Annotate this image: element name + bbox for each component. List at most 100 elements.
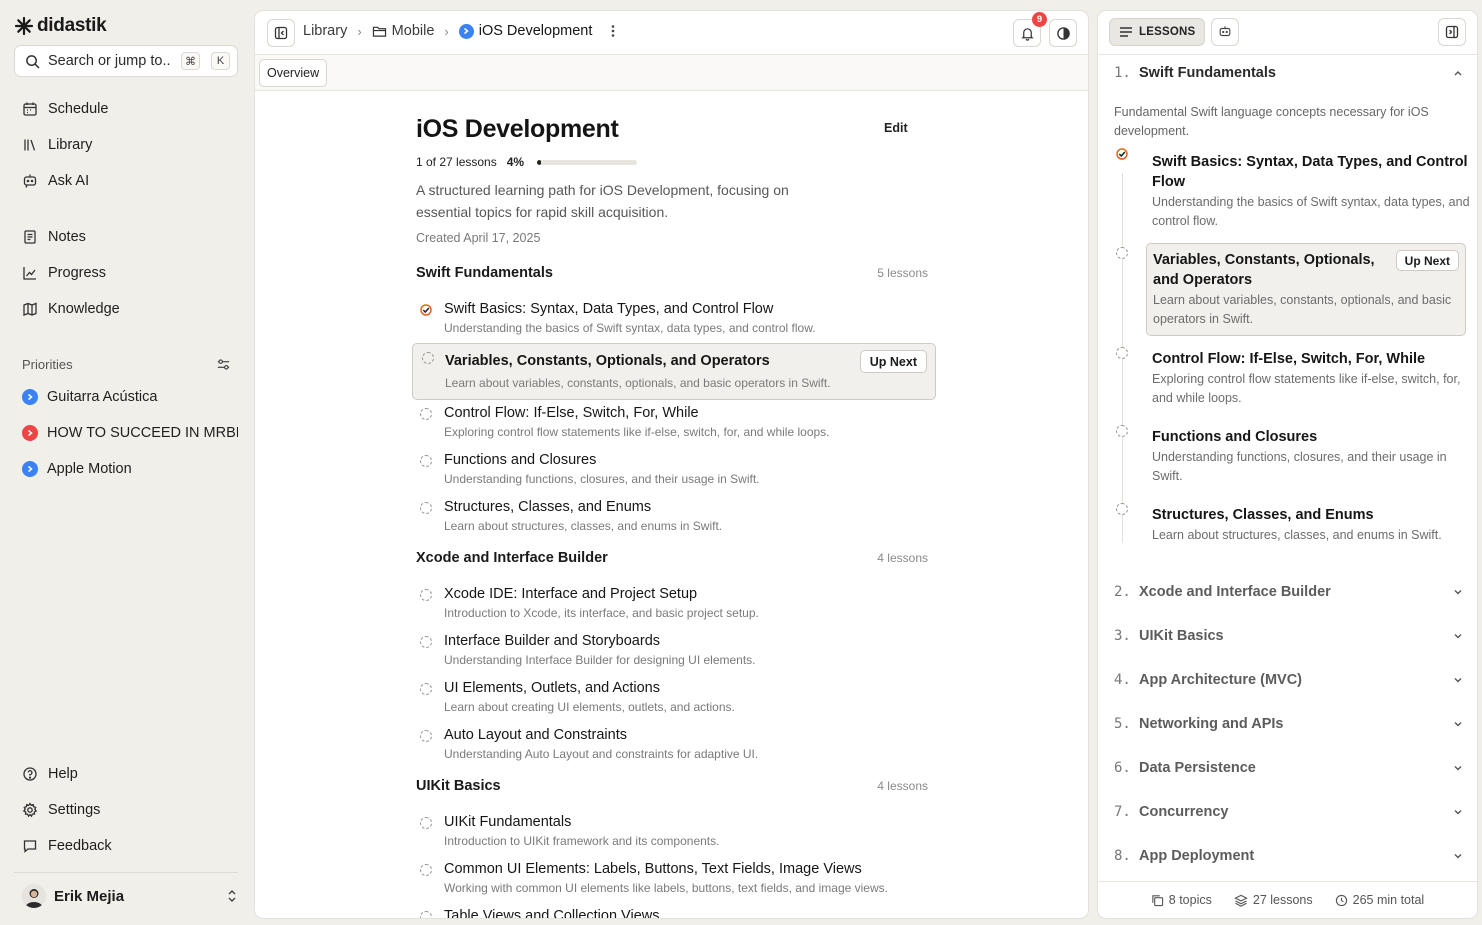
nav-schedule[interactable]: Schedule bbox=[14, 94, 238, 124]
topic-lesson-item[interactable]: Control Flow: If-Else, Switch, For, Whil… bbox=[1152, 349, 1470, 408]
lesson-title: Xcode IDE: Interface and Project Setup bbox=[444, 586, 698, 602]
top-bar: Library › Mobile › iOS Development 9 bbox=[255, 11, 1088, 55]
lesson-description: Understanding Auto Layout and constraint… bbox=[444, 747, 759, 761]
shortcut-k-key: K bbox=[211, 52, 230, 70]
nav-help[interactable]: Help bbox=[14, 759, 238, 789]
topic-title: UIKit Basics bbox=[1139, 628, 1224, 644]
breadcrumb-current[interactable]: iOS Development bbox=[458, 23, 593, 39]
topic-lesson-item[interactable]: Functions and Closures Understanding fun… bbox=[1152, 427, 1470, 486]
lesson-title: Structures, Classes, and Enums bbox=[1152, 507, 1374, 523]
priorities-label: Priorities bbox=[22, 357, 73, 372]
app-logo[interactable]: didastik bbox=[14, 14, 107, 38]
section-count: 5 lessons bbox=[877, 266, 928, 280]
theme-toggle-button[interactable] bbox=[1049, 19, 1077, 47]
tab-overview[interactable]: Overview bbox=[259, 59, 328, 87]
topic-number: 3. bbox=[1114, 628, 1131, 644]
summary-topics: 8 topics bbox=[1151, 893, 1212, 907]
notifications-button[interactable]: 9 bbox=[1013, 12, 1047, 47]
topic-header[interactable]: 3. UIKit Basics bbox=[1114, 624, 1464, 648]
lessons-summary: 8 topics 27 lessons 265 min total bbox=[1098, 881, 1477, 918]
user-menu[interactable]: Erik Mejia bbox=[22, 883, 238, 909]
up-next-button[interactable]: Up Next bbox=[859, 350, 927, 373]
lesson-description: Understanding Interface Builder for desi… bbox=[444, 653, 756, 667]
priority-item[interactable]: Apple Motion bbox=[14, 454, 238, 484]
progress-fill bbox=[537, 159, 542, 165]
lesson-title: Functions and Closures bbox=[1152, 429, 1318, 445]
lesson-description: Understanding functions, closures, and t… bbox=[1152, 450, 1447, 483]
lesson-title: Table Views and Collection Views bbox=[444, 908, 660, 919]
sliders-icon[interactable] bbox=[216, 357, 231, 372]
toggle-right-panel-button[interactable] bbox=[1438, 18, 1466, 46]
ai-chat-icon bbox=[1219, 26, 1231, 37]
lesson-description: Introduction to Xcode, its interface, an… bbox=[444, 606, 759, 620]
breadcrumb-current-label: iOS Development bbox=[478, 23, 593, 39]
collapse-sidebar-button[interactable] bbox=[267, 19, 295, 47]
breadcrumb-folder[interactable]: Mobile bbox=[372, 23, 434, 39]
ai-chat-tab-button[interactable] bbox=[1211, 18, 1239, 46]
breadcrumb-library[interactable]: Library bbox=[303, 23, 347, 39]
topic-title: Swift Fundamentals bbox=[1139, 65, 1276, 81]
lesson-title: Variables, Constants, Optionals, and Ope… bbox=[445, 353, 770, 369]
search-input[interactable]: Search or jump to... ⌘ K bbox=[14, 45, 238, 77]
pending-circle-icon bbox=[420, 589, 432, 601]
chevron-down-icon bbox=[1454, 854, 1462, 859]
topic-lesson-item[interactable]: Structures, Classes, and Enums Learn abo… bbox=[1152, 505, 1470, 545]
more-vertical-icon[interactable] bbox=[606, 23, 620, 39]
lesson-description: Learn about variables, constants, option… bbox=[445, 376, 831, 390]
pending-circle-icon bbox=[420, 636, 432, 648]
lessons-panel-header: LESSONS bbox=[1098, 11, 1477, 55]
topic-header[interactable]: 7. Concurrency bbox=[1114, 800, 1464, 824]
topic-title: App Deployment bbox=[1139, 848, 1255, 864]
section-header: Xcode and Interface Builder 4 lessons bbox=[416, 550, 928, 566]
nav-ask-ai[interactable]: Ask AI bbox=[14, 166, 238, 196]
priority-item[interactable]: HOW TO SUCCEED IN MRBE... bbox=[14, 418, 238, 448]
chevron-down-icon bbox=[1454, 810, 1462, 815]
library-icon bbox=[24, 139, 36, 151]
topic-header[interactable]: 2. Xcode and Interface Builder bbox=[1114, 580, 1464, 604]
list-icon bbox=[1120, 27, 1132, 37]
copy-icon bbox=[1152, 894, 1163, 906]
topic-lesson-item[interactable]: Swift Basics: Syntax, Data Types, and Co… bbox=[1152, 152, 1470, 231]
nav-knowledge[interactable]: Knowledge bbox=[14, 294, 238, 324]
pending-circle-icon bbox=[1116, 503, 1128, 515]
lesson-description: Understanding functions, closures, and t… bbox=[444, 472, 760, 486]
topic-number: 1. bbox=[1114, 65, 1131, 81]
topic-header-open[interactable]: 1. Swift Fundamentals bbox=[1114, 61, 1464, 85]
section-title: Xcode and Interface Builder bbox=[416, 550, 608, 566]
priority-item[interactable]: Guitarra Acústica bbox=[14, 382, 238, 412]
panel-right-icon bbox=[1445, 25, 1459, 39]
layers-icon bbox=[1234, 894, 1248, 907]
bell-icon bbox=[1020, 27, 1034, 41]
lesson-item-up-next[interactable]: Variables, Constants, Optionals, and Ope… bbox=[412, 343, 936, 400]
topic-number: 8. bbox=[1114, 848, 1131, 864]
topic-header[interactable]: 4. App Architecture (MVC) bbox=[1114, 668, 1464, 692]
nav-notes[interactable]: Notes bbox=[14, 222, 238, 252]
asterisk-logo-icon bbox=[14, 16, 34, 36]
nav-library[interactable]: Library bbox=[14, 130, 238, 160]
tab-lessons[interactable]: LESSONS bbox=[1109, 18, 1206, 46]
nav-label: Schedule bbox=[48, 101, 109, 117]
chevron-down-icon bbox=[1454, 634, 1462, 639]
section-count: 4 lessons bbox=[877, 779, 928, 793]
breadcrumb: Library › Mobile › iOS Development bbox=[303, 23, 620, 39]
topic-header[interactable]: 6. Data Persistence bbox=[1114, 756, 1464, 780]
lesson-description: Learn about structures, classes, and enu… bbox=[1152, 528, 1442, 542]
lesson-description: Introduction to UIKit framework and its … bbox=[444, 834, 720, 848]
ai-chat-icon bbox=[23, 174, 37, 188]
progress-text: 1 of 27 lessons bbox=[416, 155, 497, 169]
topic-title: Networking and APIs bbox=[1139, 716, 1284, 732]
edit-button[interactable]: Edit bbox=[884, 121, 908, 135]
notification-badge: 9 bbox=[1032, 12, 1047, 27]
nav-feedback[interactable]: Feedback bbox=[14, 831, 238, 861]
pending-circle-icon bbox=[422, 352, 434, 364]
progress-percent: 4% bbox=[506, 155, 525, 169]
nav-progress[interactable]: Progress bbox=[14, 258, 238, 288]
topic-header[interactable]: 5. Networking and APIs bbox=[1114, 712, 1464, 736]
up-next-button[interactable]: Up Next bbox=[1395, 250, 1459, 271]
lesson-title: Control Flow: If-Else, Switch, For, Whil… bbox=[1152, 351, 1426, 367]
chevron-right-icon: › bbox=[357, 23, 362, 39]
topic-lesson-item-up-next[interactable]: Variables, Constants, Optionals, and Ope… bbox=[1146, 243, 1466, 336]
pending-circle-icon bbox=[1116, 425, 1128, 437]
topic-header[interactable]: 8. App Deployment bbox=[1114, 844, 1464, 868]
nav-settings[interactable]: Settings bbox=[14, 795, 238, 825]
